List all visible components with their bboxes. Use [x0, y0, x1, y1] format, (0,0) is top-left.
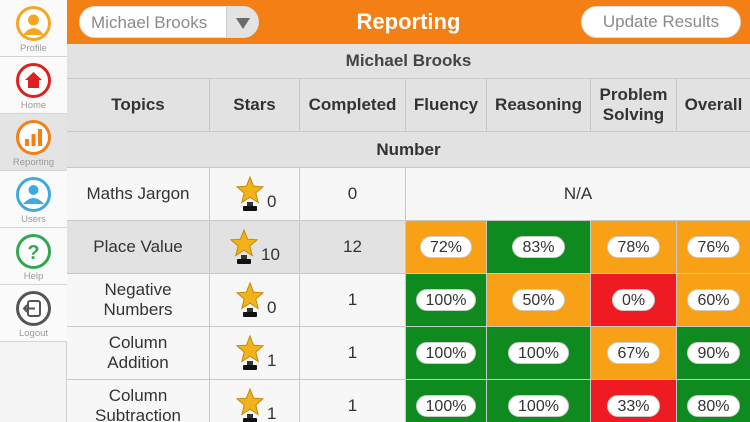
chevron-down-icon[interactable] [226, 7, 258, 37]
star-trophy-icon [230, 228, 258, 264]
completed-cell: 0 [300, 168, 406, 221]
student-name-header: Michael Brooks [67, 44, 750, 79]
overall-cell: 80% [677, 380, 750, 422]
score-badge: 76% [687, 236, 740, 258]
topic-cell: Place Value [67, 221, 210, 274]
sidebar-label: Profile [20, 43, 47, 54]
star-trophy-icon [236, 175, 264, 211]
score-badge: 33% [607, 395, 660, 417]
topic-cell: Maths Jargon [67, 168, 210, 221]
overall-cell: 60% [677, 274, 750, 327]
completed-cell: 1 [300, 327, 406, 380]
completed-cell: 12 [300, 221, 406, 274]
sidebar-item-reporting[interactable]: Reporting [0, 114, 67, 171]
sidebar-label: Logout [18, 328, 49, 339]
help-icon: ? [16, 234, 51, 269]
sidebar-label: Users [21, 214, 46, 225]
reasoning-cell: 83% [487, 221, 591, 274]
star-count: 1 [267, 350, 277, 370]
score-badge: 100% [415, 342, 477, 364]
sidebar-item-help[interactable]: ? Help [0, 228, 67, 285]
score-badge: 100% [415, 289, 477, 311]
score-badge: 90% [687, 342, 740, 364]
topic-cell: Column Addition [67, 327, 210, 380]
column-header-topics: Topics [67, 79, 210, 132]
table-row[interactable]: Place Value 10 12 72% 83% 78% 76% [67, 221, 750, 274]
update-results-button[interactable]: Update Results [581, 6, 741, 38]
star-count: 1 [267, 403, 277, 422]
problem-solving-cell: 78% [591, 221, 677, 274]
sidebar: Profile Home Reporting Users ? Help Logo… [0, 0, 67, 422]
reasoning-cell: 50% [487, 274, 591, 327]
fluency-cell: 100% [406, 327, 487, 380]
section-header-number: Number [67, 132, 750, 168]
star-trophy-icon [236, 334, 264, 370]
page-title: Reporting [356, 9, 461, 34]
star-count: 10 [261, 244, 280, 264]
score-badge: 67% [607, 342, 660, 364]
score-badge: 78% [607, 236, 660, 258]
user-select-dropdown[interactable]: Michael Brooks [79, 6, 259, 38]
sidebar-label: Help [23, 271, 44, 282]
problem-solving-cell: 67% [591, 327, 677, 380]
score-badge: 83% [512, 236, 565, 258]
column-header-problem-solving: Problem Solving [591, 79, 677, 132]
stars-cell: 1 [210, 380, 300, 422]
header-bar: Michael Brooks Reporting Update Results [67, 0, 750, 44]
overall-cell: 76% [677, 221, 750, 274]
score-badge: 0% [611, 289, 656, 311]
fluency-cell: 100% [406, 380, 487, 422]
score-badge: 72% [419, 236, 473, 258]
column-header-stars: Stars [210, 79, 300, 132]
score-badge: 60% [687, 289, 740, 311]
sidebar-item-logout[interactable]: Logout [0, 285, 67, 342]
table-row[interactable]: Maths Jargon 0 0 N/A [67, 168, 750, 221]
stars-cell: 1 [210, 327, 300, 380]
completed-cell: 1 [300, 380, 406, 422]
reasoning-cell: 100% [487, 327, 591, 380]
reasoning-cell: 100% [487, 380, 591, 422]
stars-cell: 0 [210, 274, 300, 327]
users-icon [16, 177, 51, 212]
problem-solving-cell: 0% [591, 274, 677, 327]
star-trophy-icon [236, 281, 264, 317]
score-badge: 80% [687, 395, 740, 417]
column-header-completed: Completed [300, 79, 406, 132]
score-badge: 100% [415, 395, 477, 417]
completed-cell: 1 [300, 274, 406, 327]
table-row[interactable]: Column Addition 1 1 100% 100% 67% 90% [67, 327, 750, 380]
column-header-reasoning: Reasoning [487, 79, 591, 132]
stars-cell: 10 [210, 221, 300, 274]
fluency-cell: 100% [406, 274, 487, 327]
column-header-overall: Overall [677, 79, 750, 132]
star-count: 0 [267, 297, 277, 317]
profile-icon [16, 6, 51, 41]
selected-user-name: Michael Brooks [91, 13, 208, 32]
score-badge: 100% [508, 342, 569, 364]
problem-solving-cell: 33% [591, 380, 677, 422]
star-trophy-icon [236, 387, 264, 422]
sidebar-item-home[interactable]: Home [0, 57, 67, 114]
table-row[interactable]: Negative Numbers 0 1 100% 50% 0% 60% [67, 274, 750, 327]
column-header-fluency: Fluency [406, 79, 487, 132]
overall-cell: 90% [677, 327, 750, 380]
reporting-icon [16, 120, 51, 155]
na-cell: N/A [406, 168, 750, 221]
star-count: 0 [267, 191, 277, 211]
sidebar-item-users[interactable]: Users [0, 171, 67, 228]
home-icon [16, 63, 51, 98]
logout-icon [16, 291, 51, 326]
sidebar-item-profile[interactable]: Profile [0, 0, 67, 57]
score-badge: 50% [512, 289, 565, 311]
report-table: Michael Brooks Topics Stars Completed Fl… [67, 44, 750, 422]
fluency-cell: 72% [406, 221, 487, 274]
topic-cell: Column Subtraction [67, 380, 210, 422]
svg-text:?: ? [27, 242, 39, 264]
sidebar-label: Reporting [12, 157, 55, 168]
sidebar-label: Home [20, 100, 47, 111]
table-row[interactable]: Column Subtraction 1 1 100% 100% 33% 80% [67, 380, 750, 422]
topic-cell: Negative Numbers [67, 274, 210, 327]
score-badge: 100% [508, 395, 569, 417]
stars-cell: 0 [210, 168, 300, 221]
